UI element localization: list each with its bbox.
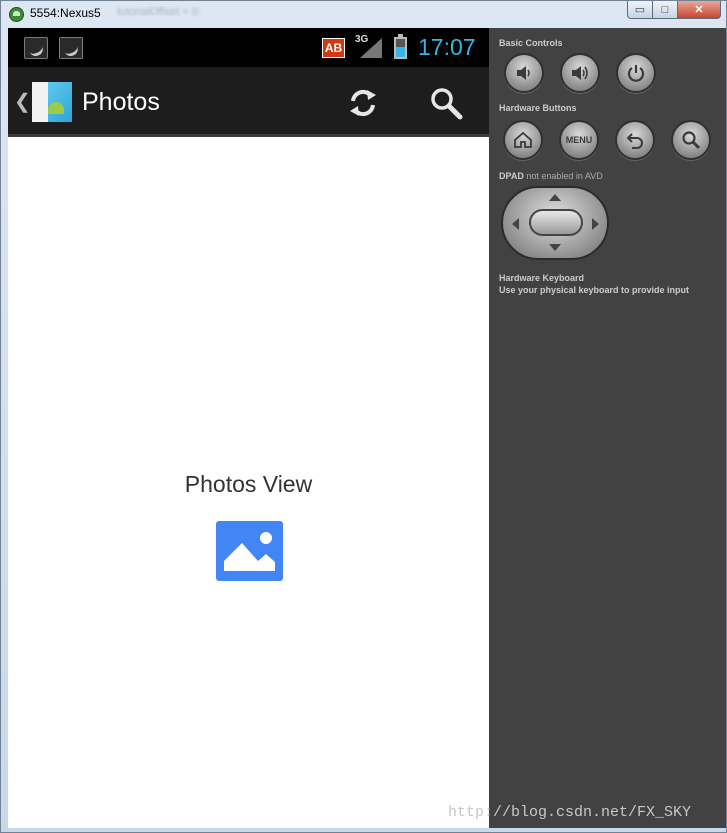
power-icon — [627, 65, 645, 82]
app-icon[interactable] — [32, 82, 72, 122]
maximize-icon: □ — [661, 3, 669, 16]
volume-down-button[interactable] — [504, 53, 544, 93]
close-icon: ✕ — [694, 4, 704, 16]
dpad-down-icon[interactable] — [549, 244, 561, 251]
dpad-left-icon[interactable] — [512, 218, 519, 230]
ab-badge: AB — [322, 38, 345, 58]
dpad-note: not enabled in AVD — [526, 171, 603, 181]
dpad-heading: DPAD not enabled in AVD — [499, 171, 603, 181]
volume-up-icon — [572, 66, 588, 80]
status-bar[interactable]: AB 3G 17:07 — [8, 28, 489, 67]
close-button[interactable]: ✕ — [678, 1, 721, 19]
android-notification-icon — [24, 37, 48, 59]
menu-button[interactable]: MENU — [559, 120, 599, 160]
minimize-button[interactable]: ▭ — [627, 1, 653, 19]
basic-controls-heading: Basic Controls — [499, 38, 563, 48]
android-notification-icon — [59, 37, 83, 59]
dpad-up-icon[interactable] — [549, 194, 561, 201]
back-button[interactable] — [615, 120, 655, 160]
window-titlebar[interactable]: 5554:Nexus5 tutorialOffset = 0; ▭ □ ✕ — [1, 1, 726, 27]
home-icon — [514, 131, 532, 148]
photo-icon — [216, 521, 283, 581]
back-icon — [626, 133, 643, 149]
power-button[interactable] — [616, 53, 656, 93]
dpad-right-icon[interactable] — [592, 218, 599, 230]
volume-up-button[interactable] — [560, 53, 600, 93]
refresh-icon[interactable] — [345, 85, 381, 121]
action-bar-title: Photos — [82, 88, 160, 116]
window-controls: ▭ □ ✕ — [627, 1, 721, 19]
network-type: 3G — [355, 34, 369, 45]
dpad-label: DPAD — [499, 171, 524, 181]
window-title: 5554:Nexus5 — [30, 6, 101, 20]
search-button[interactable] — [671, 120, 711, 160]
up-chevron-icon[interactable]: ❮ — [14, 89, 31, 114]
search-icon[interactable] — [428, 85, 464, 121]
maximize-button[interactable]: □ — [653, 1, 678, 19]
device-screen[interactable]: AB 3G 17:07 ❮ Photos Photos View — [8, 28, 489, 828]
search-icon — [682, 131, 701, 150]
battery-icon — [394, 34, 407, 59]
hardware-keyboard-title: Hardware Keyboard — [499, 273, 585, 283]
volume-down-icon — [517, 66, 530, 80]
photos-view-label: Photos View — [184, 471, 313, 497]
hardware-keyboard-text: Use your physical keyboard to provide in… — [499, 285, 690, 295]
minimize-icon: ▭ — [634, 4, 646, 16]
emulator-window: 5554:Nexus5 tutorialOffset = 0; ▭ □ ✕ AB… — [0, 0, 727, 833]
hardware-buttons-heading: Hardware Buttons — [499, 103, 577, 113]
home-button[interactable] — [503, 120, 543, 160]
status-time: 17:07 — [418, 34, 476, 60]
hardware-keyboard-info: Hardware Keyboard Use your physical keyb… — [499, 272, 689, 296]
android-emulator-icon — [9, 7, 24, 22]
action-bar: ❮ Photos — [8, 67, 489, 137]
window-ghost-title: tutorialOffset = 0; — [117, 6, 201, 18]
dpad-center-button[interactable] — [529, 209, 583, 236]
watermark: http://blog.csdn.net/FX_SKY — [448, 804, 692, 821]
dpad[interactable] — [501, 186, 609, 260]
emulator-controls-panel: Basic Controls Hardware Buttons MENU DPA… — [489, 28, 726, 828]
menu-button-label: MENU — [565, 135, 593, 145]
